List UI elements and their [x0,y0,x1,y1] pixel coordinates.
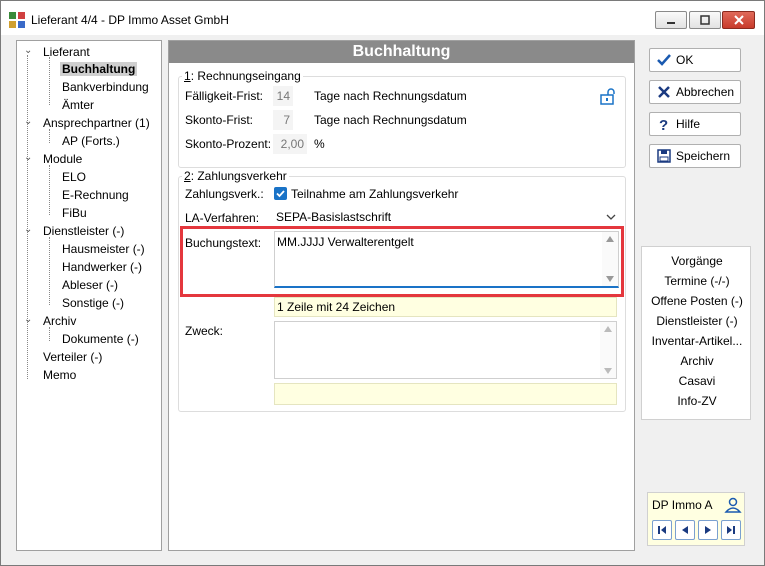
section-title-zahlungsverkehr: 2: Zahlungsverkehr [182,169,289,183]
save-button[interactable]: Speichern [649,144,741,168]
tree-item-sonstige[interactable]: Sonstige (-) [62,296,124,310]
checkmark-icon [657,54,671,66]
page-title: Buchhaltung [169,41,634,63]
close-icon [658,86,670,98]
faelligkeit-label: Fälligkeit-Frist: [185,89,264,103]
link-vorgaenge[interactable]: Vorgänge [642,254,752,268]
first-icon [658,526,666,534]
scroll-up-icon[interactable] [604,326,612,332]
next-record-button[interactable] [698,520,718,540]
link-termine[interactable]: Termine (-/-) [642,274,752,288]
zweck-label: Zweck: [185,324,224,338]
section-title-rechnungseingang: 1: Rechnungseingang [182,69,303,83]
tree-item-handwerker[interactable]: Handwerker (-) [62,260,142,274]
application-window: Lieferant 4/4 - DP Immo Asset GmbH ⌄ Lie… [0,0,765,566]
help-button[interactable]: ? Hilfe [649,112,741,136]
navigator-label: DP Immo A [652,498,713,512]
previous-record-button[interactable] [675,520,695,540]
skonto-frist-field[interactable]: 7 [273,110,293,130]
links-panel: Vorgänge Termine (-/-) Offene Posten (-)… [641,246,751,420]
link-inventar-artikel[interactable]: Inventar-Artikel... [642,334,752,348]
skonto-prozent-unit: % [314,137,325,151]
link-info-zv[interactable]: Info-ZV [642,394,752,408]
chevron-down-icon[interactable]: ⌄ [24,116,32,127]
record-navigator: DP Immo A [647,492,745,546]
tree-item-verteiler[interactable]: Verteiler (-) [43,350,102,364]
skonto-frist-unit: Tage nach Rechnungsdatum [314,113,467,127]
zweck-info [274,383,617,405]
tree-item-buchhaltung[interactable]: Buchhaltung [60,62,138,76]
chevron-down-icon[interactable]: ⌄ [24,224,32,235]
ok-label: OK [676,53,694,67]
buchungstext-info: 1 Zeile mit 24 Zeichen [274,297,617,317]
first-record-button[interactable] [652,520,672,540]
navigation-tree: ⌄ Lieferant Buchhaltung Bankverbindung Ä… [16,40,162,551]
link-offene-posten[interactable]: Offene Posten (-) [642,294,752,308]
minimize-icon [667,22,675,24]
la-verfahren-select[interactable]: SEPA-Basislastschrift [274,207,619,227]
previous-icon [682,526,688,534]
zahlungsverk-label: Zahlungsverk.: [185,187,264,201]
chevron-down-icon[interactable]: ⌄ [24,45,32,56]
save-label: Speichern [676,149,731,163]
maximize-icon [700,15,710,25]
main-panel: Buchhaltung 1: Rechnungseingang Fälligke… [168,40,635,551]
link-dienstleister[interactable]: Dienstleister (-) [642,314,752,328]
highlight-box [180,226,624,297]
chevron-down-icon[interactable]: ⌄ [24,152,32,163]
checkmark-icon [276,190,285,198]
next-icon [705,526,711,534]
tree-item-dokumente[interactable]: Dokumente (-) [62,332,139,346]
tree-item-module[interactable]: Module [43,152,82,166]
tree-item-lieferant[interactable]: Lieferant [43,45,90,59]
tree-item-dienstleister[interactable]: Dienstleister (-) [43,224,124,238]
scrollbar[interactable] [600,322,616,378]
chevron-down-icon [606,214,616,220]
save-icon [657,149,671,163]
cancel-button[interactable]: Abbrechen [649,80,741,104]
scroll-down-icon[interactable] [604,368,612,374]
zahlungsverkehr-checkbox[interactable] [274,187,287,200]
tree-item-fibu[interactable]: FiBu [62,206,87,220]
action-panel: OK Abbrechen ? Hilfe Speichern Vorgänge … [641,40,751,551]
maximize-button[interactable] [689,11,721,29]
tree-item-e-rechnung[interactable]: E-Rechnung [62,188,129,202]
title-bar: Lieferant 4/4 - DP Immo Asset GmbH [1,1,764,35]
last-record-button[interactable] [721,520,741,540]
chevron-down-icon[interactable]: ⌄ [24,314,32,325]
link-archiv[interactable]: Archiv [642,354,752,368]
tree-item-ableser[interactable]: Ableser (-) [62,278,118,292]
svg-text:?: ? [659,117,668,132]
tree-item-archiv[interactable]: Archiv [43,314,76,328]
tree-item-elo[interactable]: ELO [62,170,86,184]
tree-item-memo[interactable]: Memo [43,368,76,382]
user-icon[interactable] [724,496,742,514]
close-icon [733,15,744,25]
help-label: Hilfe [676,117,701,131]
help-icon: ? [659,117,668,132]
tree-item-ansprechpartner[interactable]: Ansprechpartner (1) [43,116,150,130]
skonto-prozent-label: Skonto-Prozent: [185,137,272,151]
window-title: Lieferant 4/4 - DP Immo Asset GmbH [31,13,229,27]
link-casavi[interactable]: Casavi [642,374,752,388]
tree-item-bankverbindung[interactable]: Bankverbindung [62,80,149,94]
zweck-input[interactable] [274,321,617,379]
la-verfahren-label: LA-Verfahren: [185,211,260,225]
cancel-label: Abbrechen [676,85,735,99]
zahlungsverkehr-checkbox-label[interactable]: Teilnahme am Zahlungsverkehr [291,187,458,201]
last-icon [727,526,735,534]
tree-item-aemter[interactable]: Ämter [62,98,94,112]
la-verfahren-value: SEPA-Basislastschrift [276,210,392,224]
minimize-button[interactable] [655,11,687,29]
skonto-prozent-field[interactable]: 2,00 [273,134,307,154]
faelligkeit-unit: Tage nach Rechnungsdatum [314,89,467,103]
app-icon [9,12,25,28]
tree-item-ap-forts[interactable]: AP (Forts.) [62,134,120,148]
skonto-frist-label: Skonto-Frist: [185,113,254,127]
ok-button[interactable]: OK [649,48,741,72]
tree-item-hausmeister[interactable]: Hausmeister (-) [62,242,145,256]
faelligkeit-field[interactable]: 14 [273,86,293,106]
close-button[interactable] [722,11,755,29]
unlock-icon[interactable] [599,87,617,105]
